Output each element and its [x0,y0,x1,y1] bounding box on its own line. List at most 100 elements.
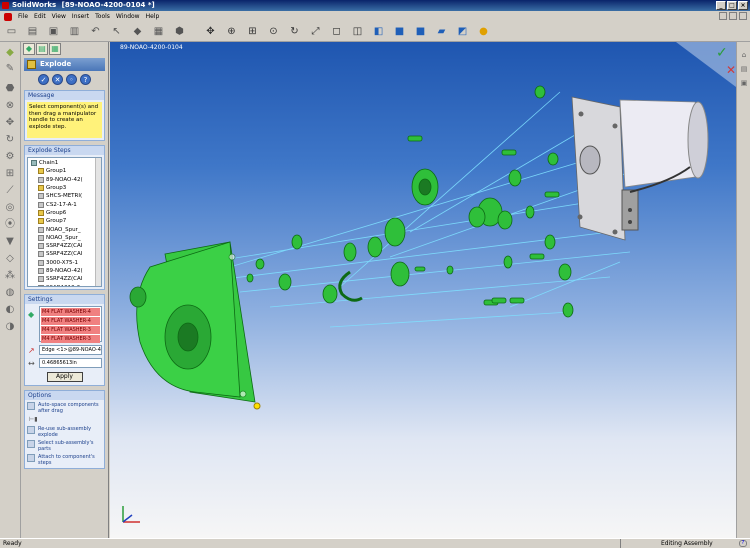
assembly-feature-icon[interactable]: ▼ [3,235,17,248]
section-icon[interactable]: ◩ [455,24,470,39]
spacing-slider-icon[interactable]: ⊢▮ [29,416,104,424]
explode-step-item[interactable]: Group7 [30,217,99,225]
perspective-icon[interactable]: ▰ [434,24,449,39]
selected-component[interactable]: M4 FLAT WASHER-4 [41,308,100,316]
configuration-manager-tab[interactable]: ▦ [49,43,61,55]
explode-step-item[interactable]: 99ARA010-2 [30,283,99,286]
rotate-component-icon[interactable]: ↻ [3,133,17,146]
menu-tools[interactable]: Tools [95,13,110,20]
design-library-icon[interactable]: ▤ [739,64,749,74]
undo-icon[interactable]: ↶ [88,24,103,39]
rebuild-icon[interactable]: ◆ [130,24,145,39]
wireframe-icon[interactable]: ◻ [329,24,344,39]
reference-geometry-icon[interactable]: ◇ [3,252,17,265]
explode-step-item[interactable]: Group3 [30,184,99,192]
weld-icon[interactable]: ◍ [3,286,17,299]
option-reuse-subassembly[interactable]: Re-use sub-assembly explode [27,426,102,438]
detailed-preview-button[interactable]: ◦ [66,74,77,85]
ok-button[interactable]: ✓ [38,74,49,85]
direction-arrow-icon[interactable]: ↗ [28,346,37,355]
status-help-icon[interactable]: ? [739,540,747,547]
save-icon[interactable]: ▣ [46,24,61,39]
explode-steps-header[interactable]: Explode Steps [25,146,104,155]
zoom-area-icon[interactable]: ⊞ [245,24,260,39]
minimize-button[interactable]: _ [716,1,726,10]
option-select-subassembly-parts[interactable]: Select sub-assembly's parts [27,440,102,452]
menu-insert[interactable]: Insert [72,13,89,20]
close-button[interactable]: × [738,1,748,10]
zoom-icon[interactable]: ⊙ [266,24,281,39]
explode-step-item[interactable]: CS2-17-A-1 [30,200,99,208]
smart-fasteners-icon[interactable]: ⚙ [3,150,17,163]
assembly-tool-icon[interactable]: ◆ [3,46,17,59]
component-icon[interactable]: ⬢ [172,24,187,39]
explode-line-icon[interactable]: ⟋ [3,184,17,197]
selected-component[interactable]: M4 FLAT WASHER-3 [41,335,100,343]
open-icon[interactable]: ▤ [25,24,40,39]
shaded-edges-icon[interactable]: ■ [392,24,407,39]
assembly-transparency-icon[interactable]: ◑ [3,320,17,333]
menu-help[interactable]: Help [146,13,160,20]
realview-icon[interactable]: ● [476,24,491,39]
menu-edit[interactable]: Edit [34,13,46,20]
apply-button[interactable]: Apply [46,372,83,382]
settings-header[interactable]: Settings [25,295,104,304]
exploded-assembly-model[interactable] [110,42,736,538]
explode-step-item[interactable]: Group6 [30,209,99,217]
menu-window[interactable]: Window [116,13,140,20]
pan-icon[interactable]: ⤢ [308,24,323,39]
rotate-icon[interactable]: ↻ [287,24,302,39]
explode-step-item[interactable]: SSRF4ZZ(CAI [30,242,99,250]
option-attach-to-steps[interactable]: Attach to component's steps [27,454,102,466]
graphics-area[interactable]: 89-NOAO-4200-0104 ✓ ✕ [110,42,736,538]
hidden-removed-icon[interactable]: ◧ [371,24,386,39]
explode-step-item[interactable]: 89-NOAO-42( [30,176,99,184]
interference-icon[interactable]: ◎ [3,201,17,214]
selected-component[interactable]: M4 FLAT WASHER-3 [41,326,100,334]
resources-icon[interactable]: ⌂ [739,50,749,60]
explode-direction-field[interactable]: Edge <1>@89-NOAO-420 [39,345,102,355]
options-icon[interactable]: ▦ [151,24,166,39]
insert-component-icon[interactable]: ⬣ [3,82,17,95]
pattern-icon[interactable]: ⁂ [3,269,17,282]
explode-step-item[interactable]: 3000-X75-1 [30,259,99,267]
show-hidden-icon[interactable]: ◐ [3,303,17,316]
hidden-lines-icon[interactable]: ◫ [350,24,365,39]
feature-manager-tab[interactable]: ◆ [23,43,35,55]
menu-file[interactable]: File [18,13,28,20]
mate-icon[interactable]: ⊗ [3,99,17,112]
selected-component[interactable]: M4 FLAT WASHER-4 [41,317,100,325]
shaded-icon[interactable]: ■ [413,24,428,39]
select-filter-icon[interactable]: ✥ [203,24,218,39]
explode-steps-tree[interactable]: Chain1 Group1 89-NOAO-42(Group3 SHCS-METRI(… [27,157,102,287]
menu-view[interactable]: View [52,13,66,20]
exploded-view-icon[interactable]: ⊞ [3,167,17,180]
file-explorer-icon[interactable]: ▣ [739,78,749,88]
explode-step-item[interactable]: 89-NOAO-42( [30,267,99,275]
explode-step-item[interactable]: SHCS-METRI( [30,192,99,200]
explode-distance-field[interactable]: 0.46865613in [39,358,102,368]
cancel-button[interactable]: ✕ [52,74,63,85]
property-manager-tab[interactable]: ▤ [36,43,48,55]
print-icon[interactable]: ▥ [67,24,82,39]
tree-scrollbar[interactable] [95,158,101,286]
explode-step-item[interactable]: SSRF4ZZ(CAI [30,275,99,283]
explode-step-item[interactable]: NOAO_Spur_ [30,234,99,242]
new-doc-icon[interactable]: ▭ [4,24,19,39]
message-group-header[interactable]: Message [25,91,104,100]
explode-step-item[interactable]: NOAO_Spur_ [30,225,99,233]
doc-close-button[interactable] [739,12,747,20]
options-header[interactable]: Options [25,391,104,400]
explode-step-item[interactable]: Chain1 [30,159,99,167]
maximize-button[interactable]: □ [727,1,737,10]
components-selection-list[interactable]: M4 FLAT WASHER-4 M4 FLAT WASHER-4 M4 FLA… [39,306,102,343]
solidworks-menu-icon[interactable] [4,12,12,21]
help-button[interactable]: ? [80,74,91,85]
select-icon[interactable]: ↖ [109,24,124,39]
move-component-icon[interactable]: ✥ [3,116,17,129]
option-auto-space[interactable]: Auto-space components after drag [27,402,102,414]
explode-step-item[interactable]: SSRF4ZZ(CAI [30,250,99,258]
explode-step-item[interactable]: Group1 [30,167,99,175]
doc-restore-button[interactable] [729,12,737,20]
doc-minimize-button[interactable] [719,12,727,20]
